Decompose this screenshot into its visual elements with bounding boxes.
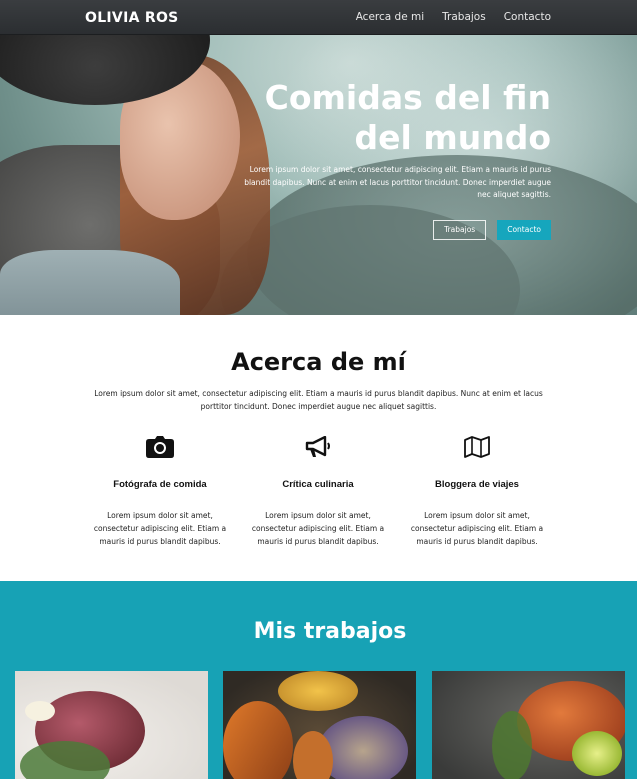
works-button[interactable]: Trabajos — [433, 220, 487, 240]
work-card-2[interactable] — [223, 671, 416, 779]
nav-links: Acerca de mi Trabajos Contacto — [356, 11, 551, 23]
nav-link-contact[interactable]: Contacto — [504, 11, 551, 23]
feature-text: Lorem ipsum dolor sit amet, consectetur … — [93, 511, 227, 546]
feature-title: Fotógrafa de comida — [113, 479, 207, 490]
hero-buttons: Trabajos Contacto — [433, 220, 551, 240]
megaphone-icon — [305, 435, 331, 463]
hero-text: Lorem ipsum dolor sit amet, consectetur … — [244, 165, 551, 199]
work-card-3[interactable] — [432, 671, 625, 779]
hero-title: Comidas del fin del mundo — [264, 78, 551, 157]
brand-logo[interactable]: OLIVIA ROS — [85, 10, 179, 26]
nav-link-about[interactable]: Acerca de mi — [356, 11, 424, 23]
feature-food-critic: Crítica culinaria Lorem ipsum dolor sit … — [243, 435, 393, 548]
feature-text: Lorem ipsum dolor sit amet, consectetur … — [410, 511, 544, 546]
camera-icon — [146, 435, 174, 463]
hero-section: Comidas del fin del mundo Lorem ipsum do… — [0, 35, 637, 315]
works-title: Mis trabajos — [253, 619, 407, 644]
about-title: Acerca de mí — [231, 348, 406, 376]
map-icon — [464, 435, 490, 463]
works-section: Mis trabajos — [0, 581, 637, 779]
feature-food-photographer: Fotógrafa de comida Lorem ipsum dolor si… — [85, 435, 235, 548]
work-card-1[interactable] — [15, 671, 208, 779]
about-section: Acerca de mí Lorem ipsum dolor sit amet,… — [0, 315, 637, 581]
navbar: OLIVIA ROS Acerca de mi Trabajos Contact… — [0, 0, 637, 35]
nav-link-works[interactable]: Trabajos — [442, 11, 486, 23]
contact-button[interactable]: Contacto — [497, 220, 551, 240]
feature-travel-blogger: Bloggera de viajes Lorem ipsum dolor sit… — [402, 435, 552, 548]
feature-title: Bloggera de viajes — [435, 479, 519, 490]
feature-title: Crítica culinaria — [282, 479, 354, 490]
about-text: Lorem ipsum dolor sit amet, consectetur … — [94, 389, 543, 411]
feature-text: Lorem ipsum dolor sit amet, consectetur … — [251, 511, 385, 546]
